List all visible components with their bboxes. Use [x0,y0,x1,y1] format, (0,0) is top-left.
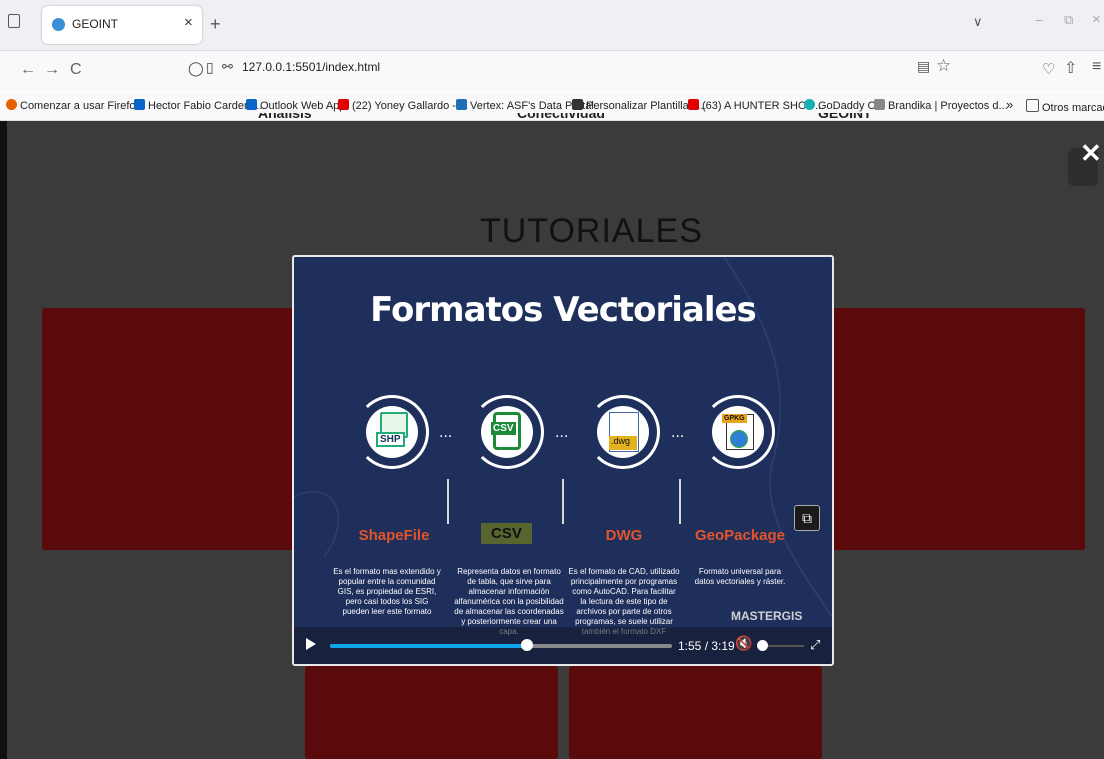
dots-separator: ... [555,424,569,441]
geopackage-circle: GPKG [701,395,775,469]
nav-analisis[interactable]: Análisis [258,113,312,121]
bookmark-item[interactable]: Comenzar a usar Firefox [6,99,141,112]
page-icon[interactable]: ▯ [206,59,214,76]
maximize-button[interactable]: ⧉ [1064,12,1073,28]
url-bar[interactable]: ◯ ▯ ⚯ 127.0.0.1:5501/index.html ▤ ☆ [0,51,960,91]
outlook-icon [246,99,257,110]
video-controls: 1:55 / 3:19 🔇 ⤢ [294,627,832,664]
video-title: Formatos Vectoriales [370,290,757,330]
reader-view-icon[interactable]: ▤ [917,58,930,75]
format-name: GeoPackage [694,527,786,544]
time-display: 1:55 / 3:19 [678,639,735,653]
divider [562,479,564,524]
youtube-icon [338,99,349,110]
watermark-logo: MASTERGIS [731,609,803,623]
person-icon [572,99,583,110]
tab-title: GEOINT [72,17,119,31]
seek-handle[interactable] [521,639,534,651]
bookmark-item[interactable]: GoDaddy CO [804,99,884,112]
dots-separator: ... [439,424,453,441]
divider [679,479,681,524]
firefox-icon [6,99,17,110]
outlook-icon [134,99,145,110]
nav-geoint[interactable]: GEOINT [818,113,872,121]
youtube-icon [688,99,699,110]
shapefile-circle: SHP [355,395,429,469]
extensions-icon[interactable]: ⇧ [1064,58,1077,78]
tutorial-card[interactable] [569,666,822,759]
dots-separator: ... [671,424,685,441]
tab-geoint[interactable]: GEOINT × [42,6,202,44]
volume-handle[interactable] [757,640,768,651]
new-tab-button[interactable]: + [210,14,221,35]
format-name: CSV [481,523,532,544]
menu-icon[interactable]: ≡ [1092,58,1101,76]
nav-conectividad[interactable]: Conectividad [517,113,605,121]
shp-file-icon: SHP [366,406,418,458]
brandika-icon [874,99,885,110]
list-all-tabs-icon[interactable] [8,14,20,28]
dwg-circle: .dwg [586,395,660,469]
format-name: ShapeFile [358,527,430,544]
url-text[interactable]: 127.0.0.1:5501/index.html [242,60,380,74]
bookmark-star-icon[interactable]: ☆ [936,56,951,76]
divider [447,479,449,524]
volume-bar[interactable] [768,645,804,647]
csv-file-icon: CSV [481,406,533,458]
close-modal-button[interactable]: ✕ [1080,138,1102,169]
pocket-icon[interactable]: ♡ [1042,60,1055,78]
globe-icon [52,18,65,31]
play-icon[interactable] [306,638,316,650]
other-bookmarks[interactable]: Otros marcadores [1026,99,1104,114]
vertex-icon [456,99,467,110]
folder-icon [1026,99,1039,112]
permissions-icon[interactable]: ⚯ [222,59,233,75]
gpkg-file-icon: GPKG [712,406,764,458]
video-player[interactable]: Formatos Vectoriales SHP CSV .dwg GPKG .… [292,255,834,666]
format-name: DWG [605,527,643,544]
bookmark-item[interactable]: Brandika | Proyectos d... [874,99,1008,112]
godaddy-icon [804,99,815,110]
picture-in-picture-icon[interactable]: ⧉ [794,505,820,531]
mute-icon[interactable]: 🔇 [735,635,752,652]
format-description: Formato universal para datos vectoriales… [694,567,786,586]
bookmark-item[interactable]: Personalizar Plantillas ... [572,99,706,112]
format-description: Es el formato mas extendido y popular en… [333,567,441,616]
close-tab-icon[interactable]: × [184,14,193,31]
close-window-button[interactable]: × [1092,11,1101,28]
bookmark-item[interactable]: Outlook Web App [246,99,345,112]
chevron-down-icon[interactable]: ∨ [973,14,983,30]
tutorial-card[interactable] [305,666,558,759]
shield-icon[interactable]: ◯ [188,60,204,77]
bookmark-item[interactable]: (22) Yoney Gallardo - ... [338,99,468,112]
tutorial-card[interactable] [833,308,1085,550]
seek-progress [330,644,528,648]
csv-circle: CSV [470,395,544,469]
fullscreen-icon[interactable]: ⤢ [810,637,820,653]
dwg-file-icon: .dwg [597,406,649,458]
page-title: TUTORIALES [480,212,703,250]
more-bookmarks-button[interactable]: » [1006,97,1013,112]
minimize-button[interactable]: − [1035,12,1043,28]
tutorial-card[interactable] [42,308,294,550]
